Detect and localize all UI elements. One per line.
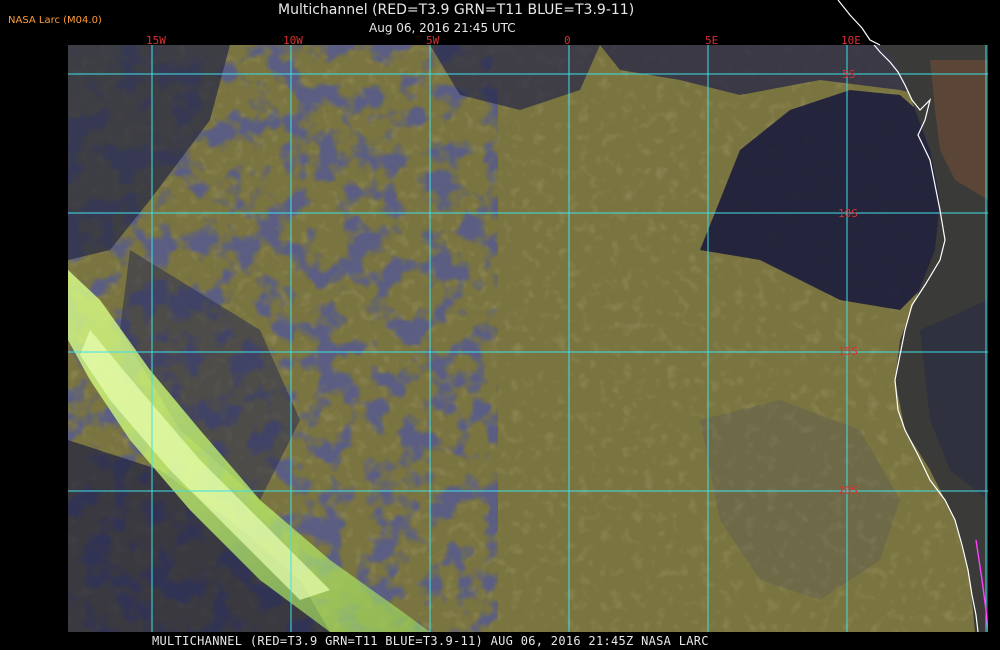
footer-bar: MULTICHANNEL (RED=T3.9 GRN=T11 BLUE=T3.9…: [0, 632, 1000, 650]
lon-label: 0: [564, 34, 571, 47]
satellite-image: 15W 10W 5W 0 5E 10E 5S 10S 15S 20S: [68, 0, 988, 632]
lon-label: 10W: [283, 34, 303, 47]
lat-label: 15S: [838, 345, 858, 358]
lat-label: 20S: [838, 484, 858, 497]
lon-label: 15W: [146, 34, 166, 47]
lon-label: 5W: [426, 34, 440, 47]
lat-label: 5S: [842, 68, 855, 81]
lat-label: 10S: [838, 207, 858, 220]
satellite-viewer: NASA Larc (M04.0) Multichannel (RED=T3.9…: [0, 0, 1000, 650]
imagery-layer: [68, 45, 988, 632]
footer-caption: MULTICHANNEL (RED=T3.9 GRN=T11 BLUE=T3.9…: [152, 634, 709, 648]
lon-label: 5E: [705, 34, 718, 47]
lon-label: 10E: [841, 34, 861, 47]
